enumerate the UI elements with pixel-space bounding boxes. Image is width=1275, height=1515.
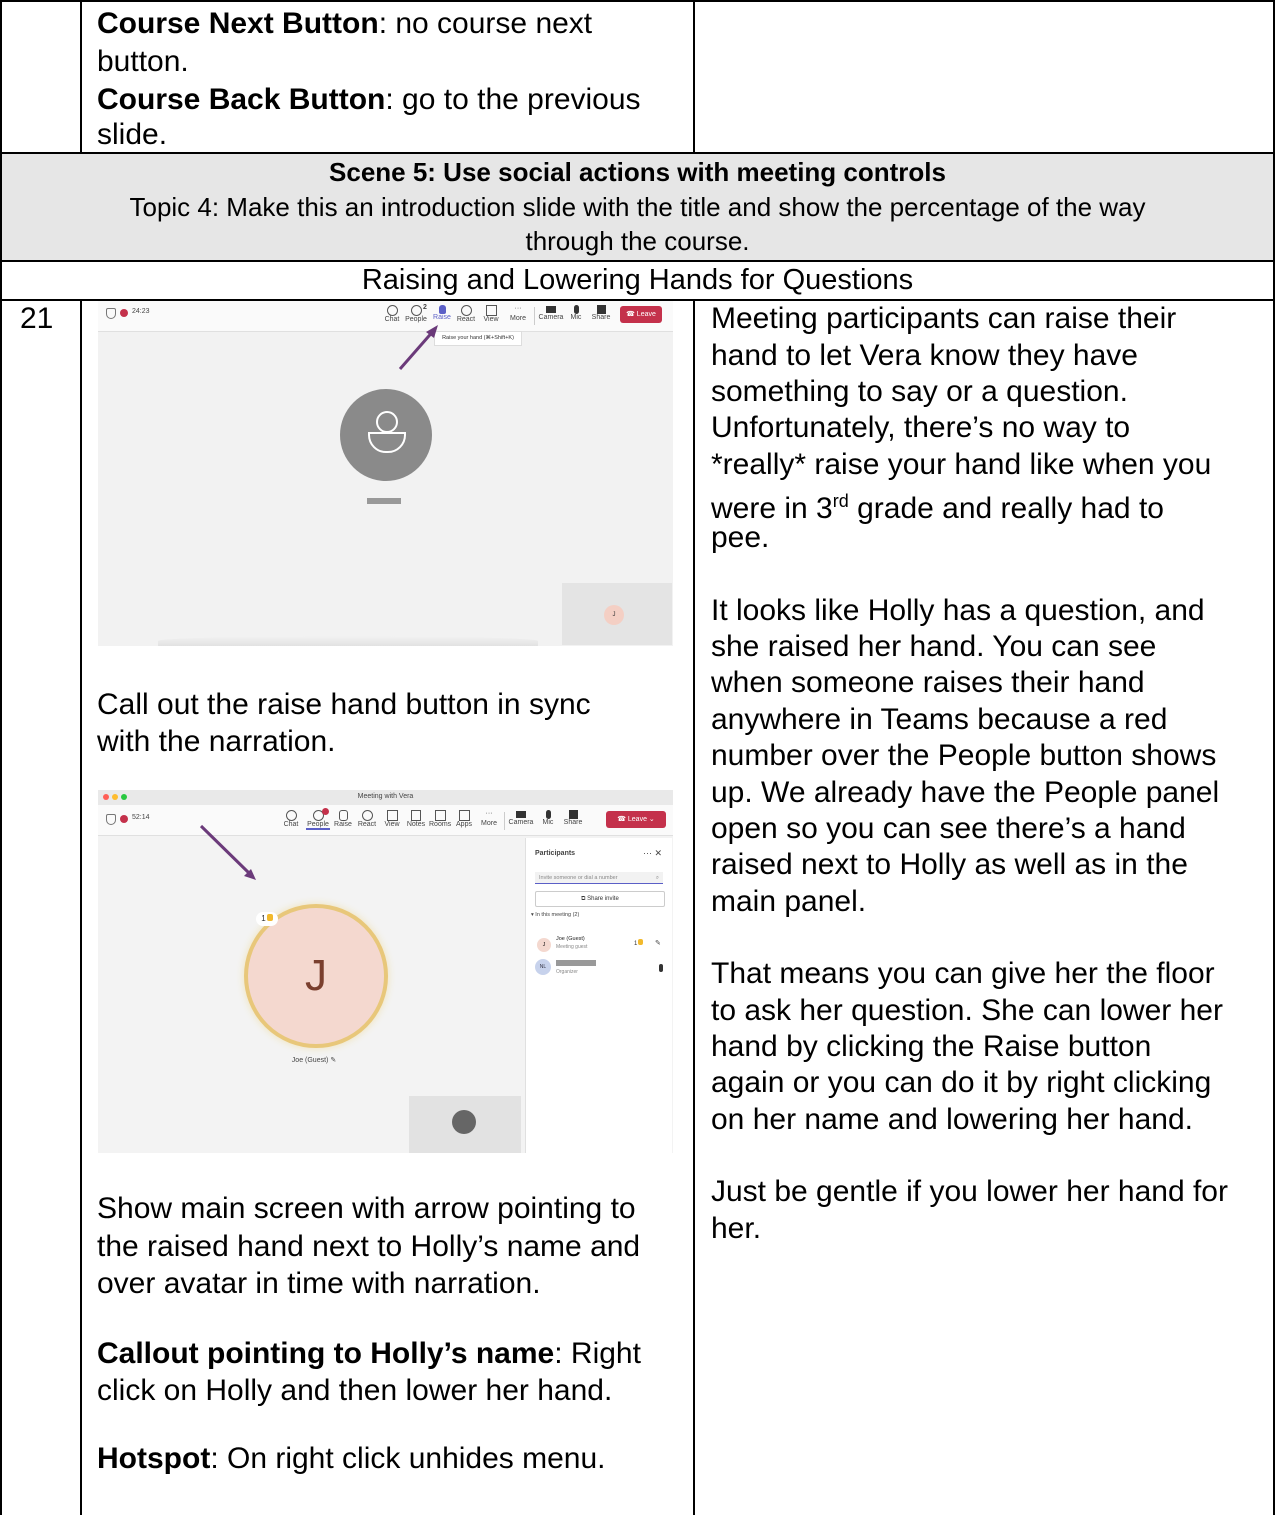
instruction-2-line2: the raised hand next to Holly’s name and	[97, 1230, 641, 1263]
ss2-p1-role: Meeting guest	[556, 944, 588, 950]
hotspot-line: Hotspot: On right click unhides menu.	[97, 1442, 606, 1475]
callout-label: Callout pointing to Holly’s name	[97, 1337, 555, 1370]
ss2-p1-avatar: J	[537, 938, 551, 952]
ss1-self-avatar: J	[604, 605, 624, 625]
course-next-label: Course Next Button	[97, 7, 379, 40]
raised-hand-icon	[638, 939, 644, 945]
section-title: Raising and Lowering Hands for Questions	[361, 264, 914, 296]
screenshot-raise-hand: 24:23 Chat People 2 Raise React View ···…	[98, 301, 673, 646]
narration-p2-l5: number over the People button shows	[711, 739, 1217, 772]
ss2-p2-role: Organizer	[556, 969, 578, 975]
narration-p2-l4: anywhere in Teams because a red	[711, 703, 1168, 736]
ss1-bottom-shadow	[158, 636, 538, 646]
narration-p4-l2: her.	[711, 1212, 762, 1245]
ss2-participants-panel	[525, 838, 672, 1153]
narration-p3-l4: again or you can do it by right clicking	[711, 1066, 1212, 1099]
narration-p2-l2: she raised her hand. You can see	[711, 630, 1157, 663]
ss2-invite-input[interactable]: Invite someone or dial a number ⌕	[535, 872, 663, 884]
ss2-panel-close-icon[interactable]: ··· ✕	[643, 848, 662, 859]
scene-title: Scene 5: Use social actions with meeting…	[329, 157, 946, 187]
narration-p2-l1: It looks like Holly has a question, and	[711, 594, 1205, 627]
narration-p2-l8: raised next to Holly as well as in the	[711, 848, 1188, 881]
narration-p2-l9: main panel.	[711, 885, 867, 918]
scene-topic-line2: through the course.	[525, 226, 750, 256]
ss2-p1-name[interactable]: Joe (Guest)	[556, 936, 585, 942]
course-back-line: Course Back Button: go to the previous	[97, 83, 641, 116]
course-next-line2: button.	[97, 45, 189, 78]
ss2-p2-mic-icon	[659, 964, 663, 972]
instruction-1-line2: with the narration.	[97, 725, 336, 758]
narration-p4-l1: Just be gentle if you lower her hand for	[711, 1175, 1228, 1208]
instruction-2-line3: over avatar in time with narration.	[97, 1267, 541, 1300]
narration-p3-l3: hand by clicking the Raise button	[711, 1030, 1152, 1063]
narration-p1-l3: something to say or a question.	[711, 375, 1128, 408]
narration-p2-l7: open so you can see there’s a hand	[711, 812, 1186, 845]
narration-p1-l1: Meeting participants can raise their	[711, 302, 1177, 335]
ss1-person-icon-head	[376, 411, 398, 433]
callout-line1: Callout pointing to Holly’s name: Right	[97, 1337, 641, 1370]
narration-p2-l3: when someone raises their hand	[711, 666, 1145, 699]
instruction-1-line1: Call out the raise hand button in sync	[97, 688, 591, 721]
ss2-p1-mic-off-icon: ✎	[655, 940, 661, 947]
narration-p3-l2: to ask her question. She can lower her	[711, 994, 1223, 1027]
narration-p2-l6: up. We already have the People panel	[711, 776, 1220, 809]
narration-p1-l6: were in 3rd grade and really had to	[711, 491, 1164, 525]
row-number: 21	[20, 302, 54, 335]
hotspot-label: Hotspot	[97, 1442, 211, 1475]
ss2-panel-title: Participants	[535, 850, 576, 857]
course-back-line2: slide.	[97, 118, 168, 151]
ss2-in-meeting: ▾ In this meeting (2)	[531, 912, 580, 918]
narration-p1-l7: pee.	[711, 521, 770, 554]
col-divider-2b	[693, 300, 695, 1515]
course-next-line: Course Next Button: no course next	[97, 7, 593, 40]
instruction-2-line1: Show main screen with arrow pointing to	[97, 1192, 636, 1225]
search-icon: ⌕	[655, 875, 659, 881]
screenshot-people-panel: Meeting with Vera 52:14 Chat People Rais…	[98, 790, 673, 1153]
narration-p1-l4: Unfortunately, there’s no way to	[711, 411, 1131, 444]
scene-topic-line1: Topic 4: Make this an introduction slide…	[129, 192, 1146, 222]
narration-p3-l1: That means you can give her the floor	[711, 957, 1215, 990]
narration-p3-l5: on her name and lowering her hand.	[711, 1103, 1193, 1136]
ss2-p2-avatar: NL	[535, 959, 551, 975]
col-divider-2	[693, 0, 695, 153]
ss1-name-bar	[367, 498, 401, 504]
table-border-top	[0, 0, 1275, 2]
col-divider-1b	[80, 300, 82, 1515]
col-divider-1	[80, 0, 82, 153]
ss2-p2-name-redacted	[556, 960, 596, 966]
ss2-share-invite-button[interactable]: ⧉ Share invite	[535, 891, 665, 907]
course-back-label: Course Back Button	[97, 83, 386, 116]
narration-p1-l2: hand to let Vera know they have	[711, 339, 1138, 372]
row-divider-2	[0, 260, 1275, 262]
ss2-p1-hand-badge: 1	[634, 939, 650, 949]
narration-p1-l5: *really* raise your hand like when you	[711, 448, 1212, 481]
callout-line2: click on Holly and then lower her hand.	[97, 1374, 613, 1407]
ss2-self-person-icon	[452, 1110, 476, 1134]
